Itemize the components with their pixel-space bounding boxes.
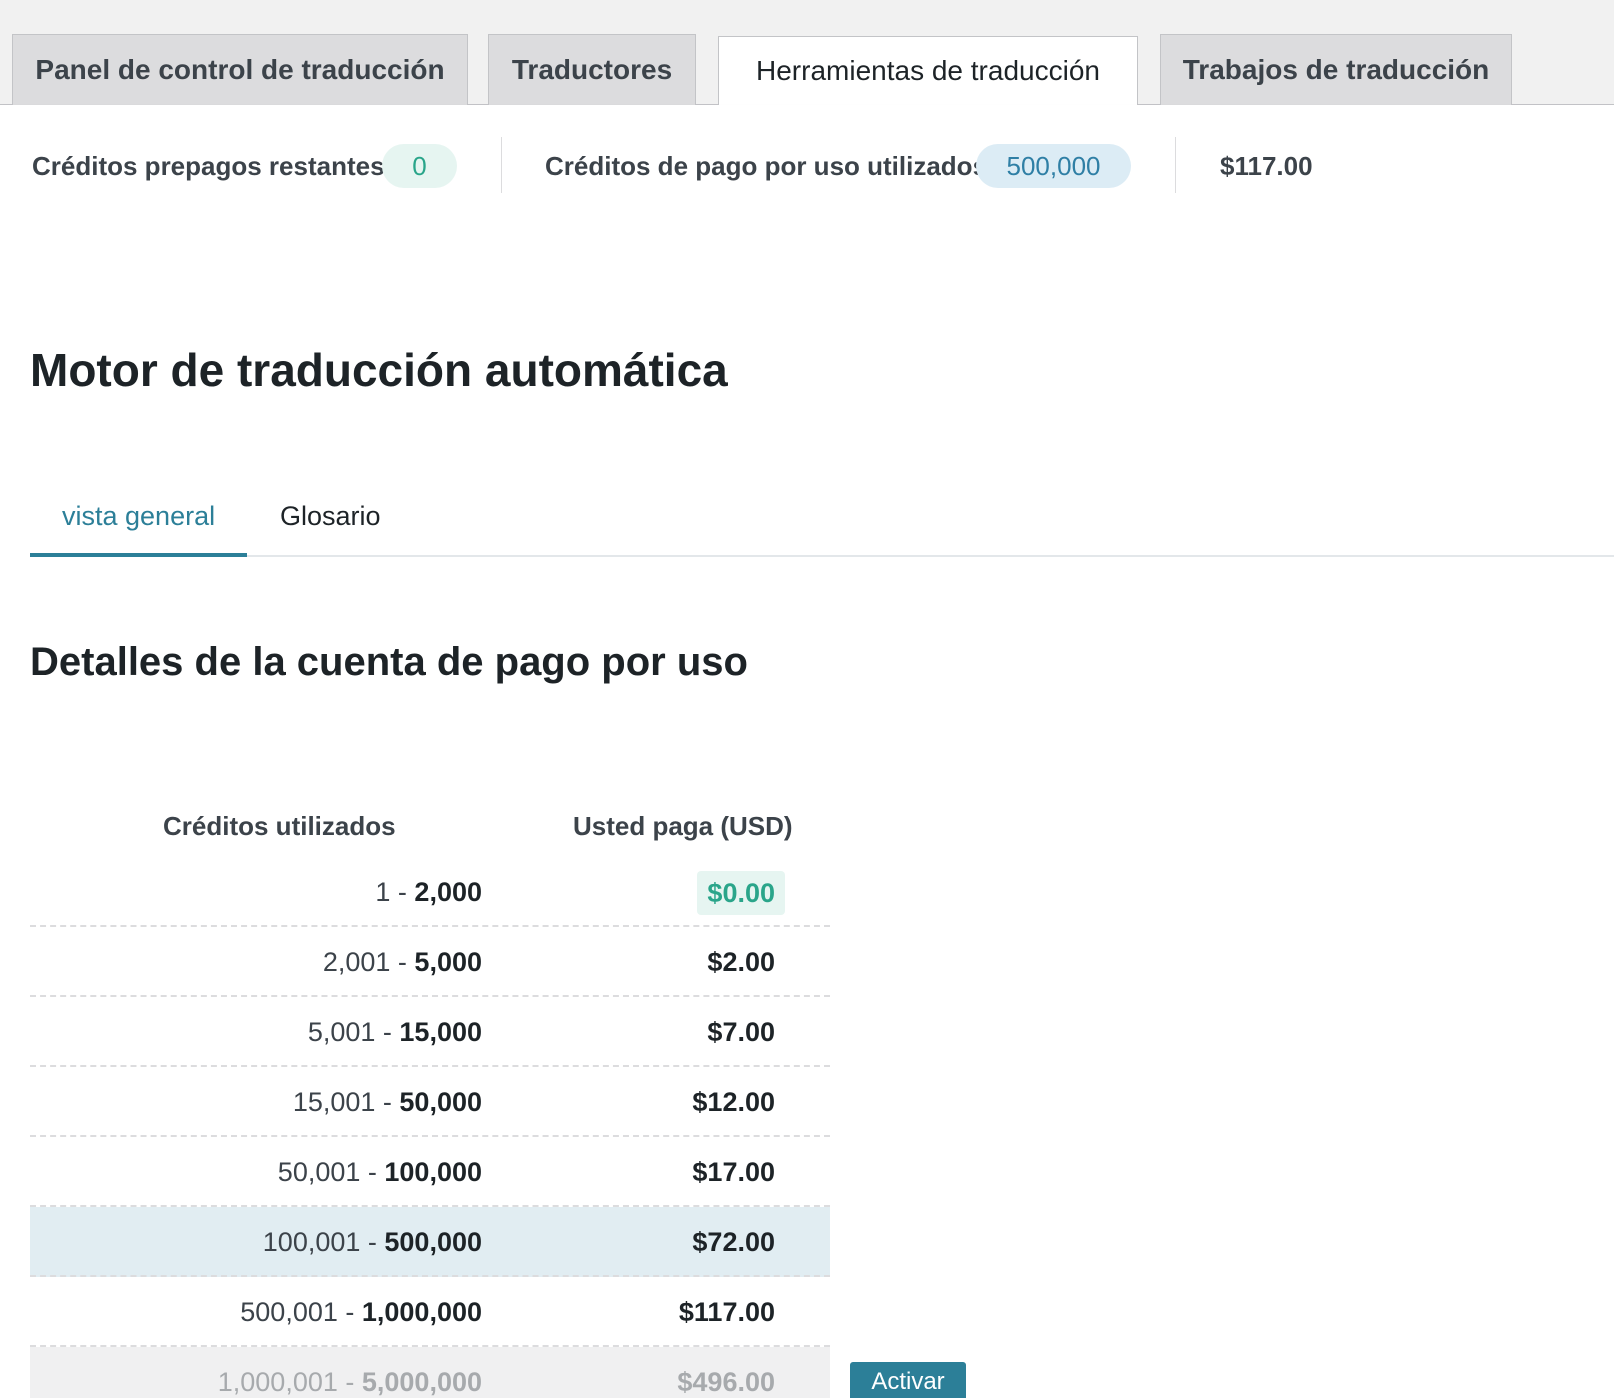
price-value: $7.00 [707, 1017, 775, 1047]
credit-range: 5,001 - 15,000 [307, 1017, 482, 1047]
credit-range: 50,001 - 100,000 [277, 1157, 482, 1187]
price-value: $72.00 [692, 1227, 775, 1257]
tab-translation-jobs[interactable]: Trabajos de traducción [1160, 34, 1512, 105]
header-credits-used: Créditos utilizados [163, 811, 396, 841]
section-title: Detalles de la cuenta de pago por uso [30, 640, 748, 684]
payg-credits-label: Créditos de pago por uso utilizados [545, 151, 988, 181]
table-row: 500,001 - 1,000,000 $117.00 [30, 1277, 830, 1347]
credit-range: 2,001 - 5,000 [322, 947, 482, 977]
table-row-current-tier: 100,001 - 500,000 $72.00 [30, 1207, 830, 1277]
payg-credits-badge: 500,000 [976, 144, 1131, 188]
price-value: $17.00 [692, 1157, 775, 1187]
price-value: $2.00 [707, 947, 775, 977]
table-row: 5,001 - 15,000 $7.00 [30, 997, 830, 1067]
prepaid-credits-label: Créditos prepagos restantes [32, 151, 385, 181]
total-amount: $117.00 [1220, 151, 1313, 181]
table-row: 50,001 - 100,000 $17.00 [30, 1137, 830, 1207]
prepaid-credits-badge: 0 [382, 144, 457, 188]
page-title: Motor de traducción automática [30, 344, 728, 396]
tab-translation-dashboard[interactable]: Panel de control de traducción [12, 34, 468, 105]
nav-tab-bar: Panel de control de traducción Traductor… [0, 0, 1614, 106]
price-badge-free: $0.00 [697, 871, 785, 915]
sub-tab-bar [30, 555, 1614, 557]
credit-range: 500,001 - 1,000,000 [240, 1297, 482, 1327]
header-you-pay: Usted paga (USD) [573, 811, 793, 841]
table-row: 1 - 2,000 $0.00 [30, 857, 830, 927]
stats-divider [1175, 137, 1176, 193]
credit-range: 15,001 - 50,000 [292, 1087, 482, 1117]
activate-button[interactable]: Activar [850, 1362, 966, 1398]
table-row: 2,001 - 5,000 $2.00 [30, 927, 830, 997]
tab-translators[interactable]: Traductores [488, 34, 696, 105]
credit-range: 1 - 2,000 [375, 877, 482, 907]
credit-range: 1,000,001 - 5,000,000 [217, 1367, 482, 1397]
tab-translation-tools[interactable]: Herramientas de traducción [718, 36, 1138, 106]
tab-glossary[interactable]: Glosario [280, 494, 381, 538]
price-value: $12.00 [692, 1087, 775, 1117]
table-row-disabled: 1,000,001 - 5,000,000 $496.00 [30, 1347, 830, 1398]
tab-overview[interactable]: vista general [62, 494, 215, 538]
credit-range: 100,001 - 500,000 [262, 1227, 482, 1257]
price-value: $117.00 [678, 1297, 775, 1327]
active-tab-indicator [30, 553, 247, 557]
table-row: 15,001 - 50,000 $12.00 [30, 1067, 830, 1137]
price-value: $496.00 [677, 1367, 775, 1397]
stats-divider [501, 137, 502, 193]
